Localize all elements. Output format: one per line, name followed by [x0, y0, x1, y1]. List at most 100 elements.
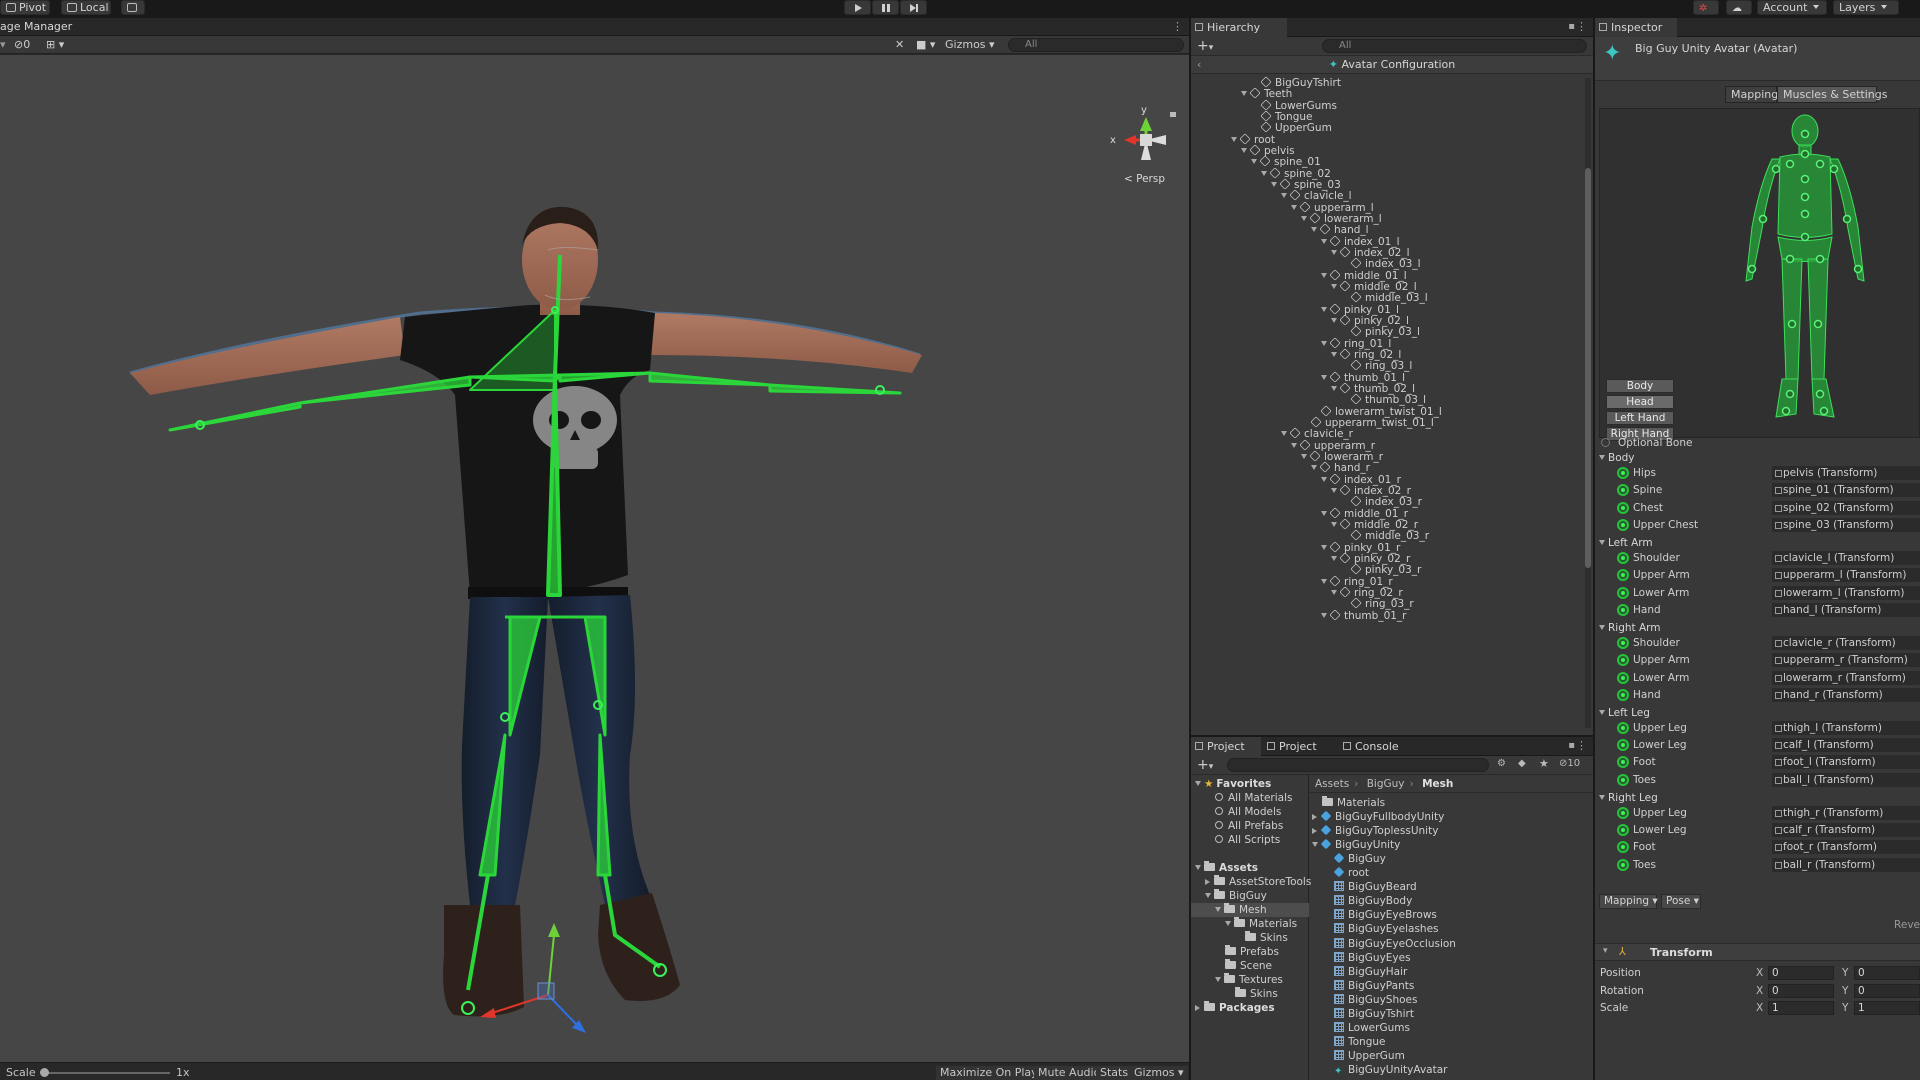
label-icon[interactable]: ◆	[1518, 758, 1526, 769]
asset-item[interactable]: BigGuyEyeBrows	[1324, 908, 1437, 922]
transform-y-field[interactable]: 0	[1854, 983, 1920, 998]
project-folder-item[interactable]: BigGuy	[1191, 889, 1309, 903]
lock-icon[interactable]	[1170, 112, 1176, 117]
fold-arrow-icon[interactable]	[1599, 709, 1605, 715]
fold-arrow-icon[interactable]	[1321, 272, 1327, 278]
fold-arrow-icon[interactable]	[1271, 181, 1277, 187]
bone-status-icon[interactable]	[1617, 551, 1629, 564]
more-icon[interactable]: ⋮	[1576, 739, 1587, 752]
pivot-toggle[interactable]: Pivot	[0, 0, 50, 15]
bone-transform-field[interactable]: thigh_r (Transform)	[1772, 805, 1920, 820]
fold-arrow-icon[interactable]	[1321, 544, 1327, 550]
bone-status-icon[interactable]	[1617, 467, 1629, 479]
project-search-input[interactable]	[1227, 758, 1489, 772]
fold-arrow-icon[interactable]	[1311, 227, 1317, 233]
asset-item[interactable]: BigGuyEyeOcclusion	[1324, 937, 1456, 951]
account-dropdown[interactable]: Account	[1757, 0, 1827, 15]
fold-arrow-icon[interactable]	[1291, 204, 1297, 210]
bone-status-icon[interactable]	[1617, 501, 1629, 514]
camera-dropdown[interactable]: ■ ▾	[916, 38, 935, 52]
create-dropdown[interactable]: +▾	[1197, 758, 1213, 774]
fold-arrow-icon[interactable]	[1311, 465, 1317, 471]
bone-transform-field[interactable]: lowerarm_l (Transform)	[1772, 585, 1920, 600]
mapping-dropdown[interactable]: Mapping ▾	[1599, 894, 1658, 909]
head-part-button[interactable]: Head	[1606, 395, 1674, 409]
body-part-button[interactable]: Body	[1606, 379, 1674, 393]
project-folder-item[interactable]	[1191, 847, 1309, 861]
hierarchy-scrollbar[interactable]	[1585, 78, 1591, 728]
breadcrumb-bigguy[interactable]: BigGuy	[1367, 778, 1405, 790]
bone-status-icon[interactable]	[1617, 603, 1629, 616]
asset-item[interactable]: BigGuyHair	[1324, 965, 1407, 979]
favorite-star-icon[interactable]: ★	[1539, 757, 1549, 770]
asset-item[interactable]: BigGuyBeard	[1324, 880, 1417, 894]
fold-arrow-icon[interactable]	[1599, 539, 1605, 545]
bone-transform-field[interactable]: calf_l (Transform)	[1772, 738, 1920, 753]
play-button[interactable]	[844, 0, 871, 15]
asset-item[interactable]: BigGuyPants	[1324, 979, 1414, 993]
cloud-button[interactable]: ☁	[1726, 0, 1752, 15]
tab-project[interactable]: Project	[1191, 737, 1261, 756]
transform-x-field[interactable]: 0	[1768, 966, 1834, 980]
asset-item[interactable]: LowerGums	[1324, 1021, 1410, 1035]
fold-arrow-icon[interactable]	[1331, 283, 1337, 289]
pose-dropdown[interactable]: Pose ▾	[1661, 894, 1701, 909]
fold-arrow-icon[interactable]	[1321, 510, 1327, 516]
bone-transform-field[interactable]: spine_02 (Transform)	[1772, 500, 1920, 515]
bone-status-icon[interactable]	[1617, 654, 1629, 667]
transform-x-field[interactable]: 1	[1768, 1001, 1834, 1015]
left-hand-part-button[interactable]: Left Hand	[1606, 411, 1674, 425]
layers-dropdown[interactable]: Layers	[1833, 0, 1899, 15]
hidden-packages-toggle[interactable]: ⊘10	[1559, 758, 1580, 769]
pause-button[interactable]	[872, 0, 899, 15]
transform-x-field[interactable]: 0	[1768, 983, 1834, 998]
game-gizmos-dropdown[interactable]: Gizmos ▾	[1130, 1066, 1188, 1080]
asset-item[interactable]: ✦ BigGuyUnityAvatar	[1324, 1063, 1447, 1077]
fold-arrow-icon[interactable]	[1231, 136, 1237, 142]
lock-icon[interactable]: ▪	[1568, 740, 1575, 751]
project-folder-item[interactable]: All Scripts	[1191, 833, 1309, 847]
fold-arrow-icon[interactable]	[1215, 977, 1221, 982]
asset-item[interactable]: BigGuy	[1324, 852, 1386, 866]
orientation-gizmo[interactable]: x y	[1110, 105, 1166, 160]
project-folder-item[interactable]: AssetStoreTools	[1191, 875, 1311, 889]
asset-item[interactable]: BigGuyBody	[1324, 894, 1412, 908]
bone-transform-field[interactable]: foot_r (Transform)	[1772, 840, 1920, 855]
bone-transform-field[interactable]: foot_l (Transform)	[1772, 755, 1920, 770]
bone-status-icon[interactable]	[1617, 823, 1629, 836]
asset-item[interactable]: BigGuyTshirt	[1324, 1007, 1414, 1021]
project-folder-item[interactable]: Prefabs	[1191, 945, 1309, 959]
bone-status-icon[interactable]	[1617, 806, 1629, 819]
bone-transform-field[interactable]: ball_r (Transform)	[1772, 857, 1920, 872]
bone-status-icon[interactable]	[1617, 569, 1629, 582]
scene-search-input[interactable]: All	[1008, 38, 1184, 52]
bone-status-icon[interactable]	[1617, 484, 1629, 497]
bone-transform-field[interactable]: calf_r (Transform)	[1772, 822, 1920, 837]
fold-arrow-icon[interactable]	[1215, 907, 1221, 912]
asset-item[interactable]: BigGuyShoes	[1324, 993, 1417, 1007]
project-folder-item[interactable]: Mesh	[1191, 903, 1309, 917]
fold-arrow-icon[interactable]	[1301, 453, 1307, 459]
bone-transform-field[interactable]: upperarm_l (Transform)	[1772, 568, 1920, 583]
tools-icon[interactable]: ✕	[895, 38, 904, 52]
scale-slider-handle[interactable]	[40, 1068, 49, 1077]
fold-arrow-icon[interactable]	[1321, 238, 1327, 244]
project-folder-item[interactable]: Packages	[1191, 1001, 1309, 1015]
scene-viewport[interactable]: x y < Persp	[0, 55, 1189, 1062]
project-folder-item[interactable]: Materials	[1191, 917, 1309, 931]
lock-icon[interactable]: ▪	[1568, 21, 1575, 32]
more-icon[interactable]: ⋮	[1172, 20, 1183, 33]
bone-transform-field[interactable]: clavicle_l (Transform)	[1772, 550, 1920, 565]
asset-item[interactable]: Materials	[1312, 796, 1385, 810]
bone-status-icon[interactable]	[1617, 739, 1629, 752]
fold-arrow-icon[interactable]	[1251, 159, 1257, 165]
fold-arrow-icon[interactable]	[1321, 374, 1327, 380]
project-folder-item[interactable]: Skins	[1191, 931, 1309, 945]
fold-arrow-icon[interactable]	[1321, 578, 1327, 584]
fold-arrow-icon[interactable]	[1281, 193, 1287, 199]
fold-arrow-icon[interactable]	[1321, 340, 1327, 346]
fold-arrow-icon[interactable]	[1195, 1005, 1200, 1011]
scrollbar-thumb[interactable]	[1585, 168, 1591, 568]
filter-type-icon[interactable]: ⚙	[1497, 758, 1506, 769]
fold-arrow-icon[interactable]	[1331, 521, 1337, 527]
